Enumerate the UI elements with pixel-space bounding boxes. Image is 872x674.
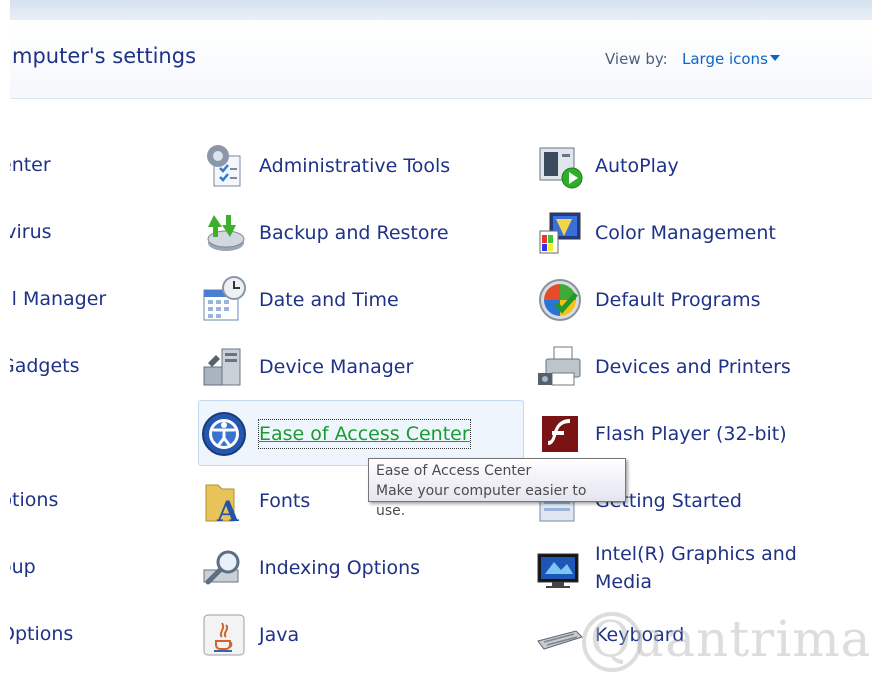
item-label: Fonts [259, 490, 311, 512]
item-autoplay[interactable]: AutoPlay [536, 142, 679, 190]
item-backup-and-restore[interactable]: Backup and Restore [200, 209, 449, 257]
item-left-4[interactable]: ptions [10, 486, 58, 514]
devices-printers-icon [538, 346, 581, 386]
item-color-management[interactable]: Color Management [536, 209, 776, 257]
item-label: Java [259, 624, 300, 646]
item-flash-player[interactable]: Flash Player (32-bit) [536, 410, 787, 458]
item-label: oup [10, 556, 36, 578]
item-label: ptions [10, 489, 59, 511]
item-label: enter [10, 154, 51, 176]
item-label: Flash Player (32-bit) [595, 423, 787, 445]
item-fonts[interactable]: A Fonts [200, 477, 310, 525]
item-label: Gadgets [10, 355, 80, 377]
item-label: Backup and Restore [259, 222, 449, 244]
item-label: ivirus [10, 221, 52, 243]
item-java[interactable]: Java [200, 611, 299, 659]
item-label: Ease of Access Center [258, 419, 471, 449]
device-manager-icon [203, 348, 241, 386]
fonts-folder-icon: A [205, 484, 240, 525]
item-label: AutoPlay [595, 155, 679, 177]
ease-of-access-icon [202, 412, 246, 456]
item-label: Default Programs [595, 289, 761, 311]
watermark-text: Quantrimang [590, 610, 872, 668]
default-programs-icon [539, 279, 581, 321]
flash-player-icon [542, 416, 578, 452]
item-label: Device Manager [259, 356, 414, 378]
item-left-0[interactable]: enter [10, 151, 51, 179]
item-administrative-tools[interactable]: Administrative Tools [200, 142, 450, 190]
keyboard-icon [537, 630, 583, 650]
item-label: Date and Time [259, 289, 399, 311]
autoplay-icon [539, 147, 583, 189]
item-devices-and-printers[interactable]: Devices and Printers [536, 343, 791, 391]
backup-restore-icon [207, 215, 245, 251]
item-device-manager[interactable]: Device Manager [200, 343, 413, 391]
item-default-programs[interactable]: Default Programs [536, 276, 761, 324]
item-label: Color Management [595, 222, 776, 244]
item-left-6[interactable]: Options [10, 620, 73, 648]
item-left-5[interactable]: oup [10, 553, 36, 581]
color-management-icon [539, 212, 581, 254]
administrative-tools-icon [207, 145, 241, 187]
item-intel-graphics-media[interactable]: Intel(R) Graphics and Media [536, 540, 805, 596]
item-label: Indexing Options [259, 557, 421, 579]
tooltip-title: Ease of Access Center [376, 463, 532, 479]
item-label: Options [10, 623, 74, 645]
calendar-clock-icon [203, 276, 246, 321]
item-indexing-options[interactable]: Indexing Options [200, 544, 420, 592]
indexing-magnifier-icon [203, 550, 240, 585]
item-label: Intel(R) Graphics and Media [595, 543, 797, 593]
svg-text:A: A [216, 495, 240, 525]
item-left-1[interactable]: ivirus [10, 218, 52, 246]
tooltip: Ease of Access Center Make your computer… [368, 458, 626, 519]
item-left-3[interactable]: Gadgets [10, 352, 80, 380]
item-label: Devices and Printers [595, 356, 791, 378]
intel-graphics-icon [537, 553, 579, 588]
item-label: Administrative Tools [259, 155, 451, 177]
java-icon [203, 614, 245, 656]
item-label: al Manager [10, 288, 107, 310]
item-ease-of-access-center[interactable]: Ease of Access Center [200, 410, 471, 458]
item-left-2[interactable]: al Manager [10, 285, 106, 313]
item-date-and-time[interactable]: Date and Time [200, 276, 399, 324]
tooltip-description: Make your computer easier to use. [376, 483, 587, 519]
